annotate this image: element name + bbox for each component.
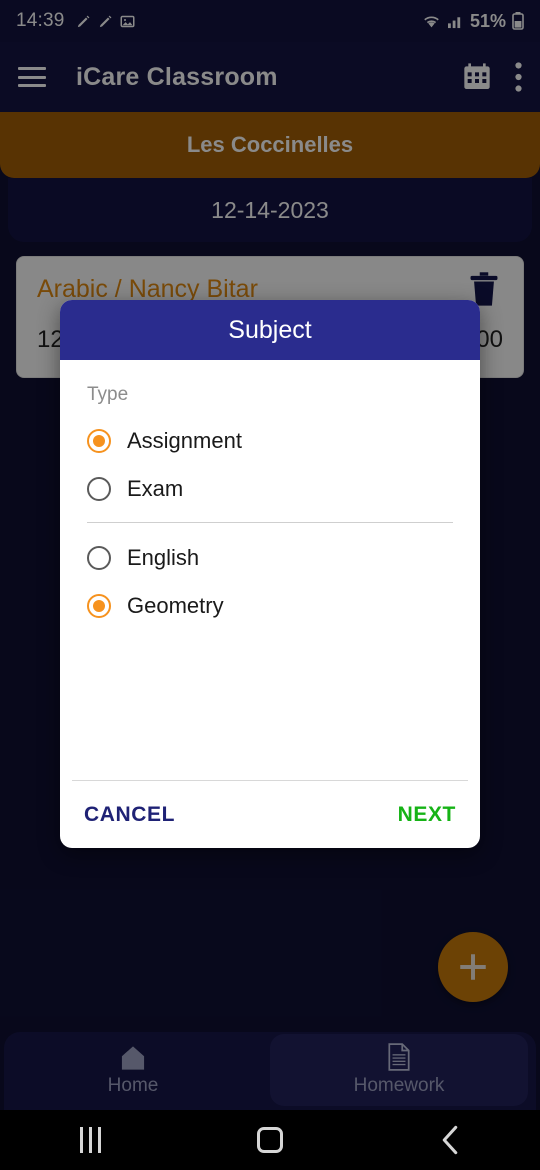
dialog-footer: CANCEL NEXT [72,780,468,848]
radio-label-geometry: Geometry [127,593,224,618]
dialog-body: Type Assignment Exam English Geometry [60,360,480,780]
radio-button-geometry[interactable] [87,594,111,618]
android-system-nav [0,1110,540,1170]
dialog-title: Subject [228,315,312,344]
radio-label-english: English [127,545,200,570]
dialog-section-divider [87,522,453,523]
back-chevron-icon [442,1125,458,1155]
home-button[interactable] [180,1127,360,1153]
home-circle-icon [257,1127,283,1153]
radio-label-exam: Exam [127,476,184,501]
type-label: Type [87,384,129,405]
back-button[interactable] [360,1125,540,1155]
radio-option-exam[interactable]: Exam [87,468,453,510]
phone-screen: 14:39 51% iCare Classroom Les Coccinelle… [0,0,540,1170]
radio-button-exam[interactable] [87,477,111,501]
subject-dialog: Subject Type Assignment Exam English Geo… [60,300,480,848]
radio-label-assignment: Assignment [127,428,242,453]
radio-option-english[interactable]: English [87,537,453,579]
next-button[interactable]: NEXT [398,803,456,827]
radio-button-english[interactable] [87,546,111,570]
dialog-header: Subject [60,300,480,360]
radio-button-assignment[interactable] [87,429,111,453]
cancel-button[interactable]: CANCEL [84,803,175,827]
radio-option-assignment[interactable]: Assignment [87,420,453,462]
radio-option-geometry[interactable]: Geometry [87,585,453,627]
recents-icon [79,1127,101,1153]
recents-button[interactable] [0,1127,180,1153]
